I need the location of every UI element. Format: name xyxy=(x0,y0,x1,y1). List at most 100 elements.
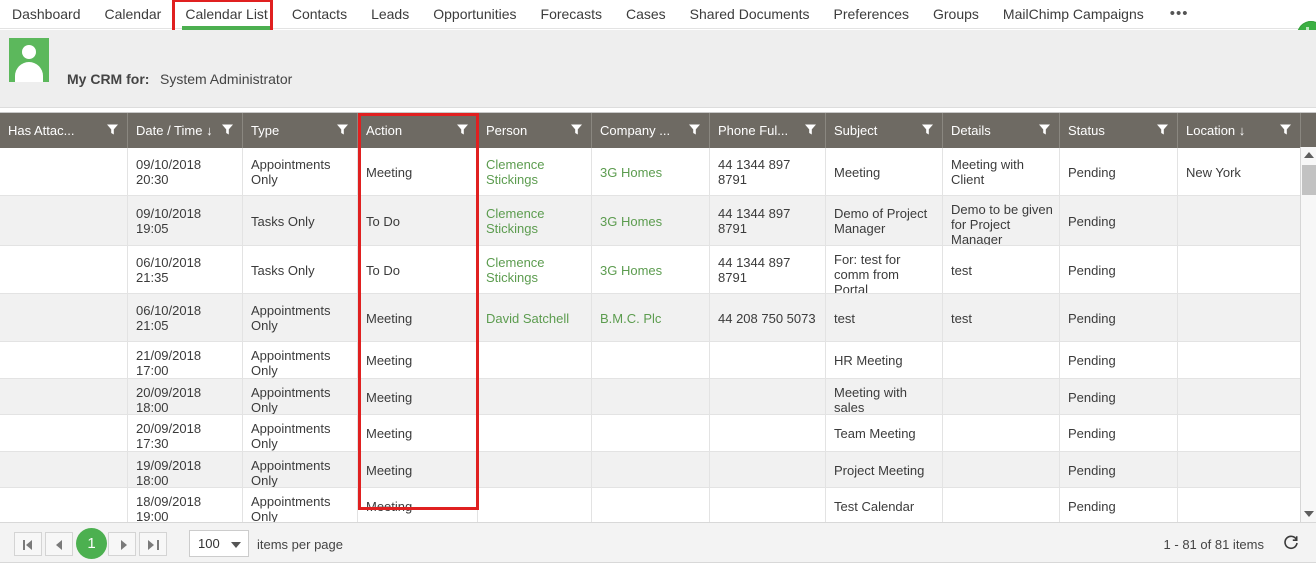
cell-company[interactable]: 3G Homes xyxy=(592,246,710,294)
filter-icon[interactable] xyxy=(336,123,349,136)
cell-subject: Team Meeting xyxy=(826,415,943,452)
cell-link[interactable]: 3G Homes xyxy=(600,214,703,229)
nav-item-mailchimp-campaigns[interactable]: MailChimp Campaigns xyxy=(991,0,1156,28)
cell-person[interactable] xyxy=(478,342,592,379)
cell-company[interactable]: 3G Homes xyxy=(592,148,710,196)
cell-person[interactable] xyxy=(478,379,592,415)
cell-person[interactable]: Clemence Stickings xyxy=(478,196,592,246)
scroll-up-arrow-icon[interactable] xyxy=(1301,147,1316,163)
cell-text: test xyxy=(951,263,972,278)
nav-item-preferences[interactable]: Preferences xyxy=(822,0,921,28)
cell-link[interactable]: Clemence Stickings xyxy=(486,255,585,285)
filter-icon[interactable] xyxy=(1279,123,1292,136)
cell-link[interactable]: Clemence Stickings xyxy=(486,157,585,187)
column-header-person[interactable]: Person xyxy=(478,113,592,148)
cell-company[interactable] xyxy=(592,379,710,415)
nav-item-forecasts[interactable]: Forecasts xyxy=(529,0,614,28)
cell-company[interactable]: 3G Homes xyxy=(592,196,710,246)
cell-company[interactable] xyxy=(592,488,710,522)
column-header-status[interactable]: Status xyxy=(1060,113,1178,148)
table-row[interactable]: 20/09/2018 18:00 Appointments Only Meeting… xyxy=(0,379,1301,415)
table-row[interactable]: 19/09/2018 18:00 Appointments Only Meeting… xyxy=(0,452,1301,488)
cell-text: Pending xyxy=(1068,463,1116,478)
column-header-action[interactable]: Action xyxy=(358,113,478,148)
cell-text: For: test for comm from Portal Appointme… xyxy=(834,252,901,294)
column-header-label: Date / Time ↓ xyxy=(136,123,213,138)
cell-link[interactable]: David Satchell xyxy=(486,311,585,326)
filter-icon[interactable] xyxy=(570,123,583,136)
crm-header-band: My CRM for: System Administrator xyxy=(0,30,1316,108)
cell-link[interactable]: Clemence Stickings xyxy=(486,206,585,236)
cell-phone xyxy=(710,452,826,488)
cell-company[interactable] xyxy=(592,452,710,488)
cell-text: test xyxy=(951,311,972,326)
nav-item-contacts[interactable]: Contacts xyxy=(280,0,359,28)
cell-text: Meeting xyxy=(366,390,413,405)
cell-company[interactable] xyxy=(592,342,710,379)
table-row[interactable]: 21/09/2018 17:00 Appointments Only Meeting… xyxy=(0,342,1301,379)
nav-item-label: Preferences xyxy=(833,6,909,22)
refresh-icon[interactable] xyxy=(1282,534,1300,552)
nav-item-opportunities[interactable]: Opportunities xyxy=(421,0,528,28)
cell-link[interactable]: B.M.C. Plc xyxy=(600,311,703,326)
nav-item-calendar[interactable]: Calendar xyxy=(93,0,174,28)
nav-item-cases[interactable]: Cases xyxy=(614,0,678,28)
filter-icon[interactable] xyxy=(106,123,119,136)
column-header-location[interactable]: Location ↓ xyxy=(1178,113,1301,148)
column-header-type[interactable]: Type xyxy=(243,113,358,148)
cell-person[interactable]: Clemence Stickings xyxy=(478,148,592,196)
cell-text: Meeting with Client xyxy=(951,157,1024,187)
cell-person[interactable]: Clemence Stickings xyxy=(478,246,592,294)
filter-icon[interactable] xyxy=(804,123,817,136)
nav-item-groups[interactable]: Groups xyxy=(921,0,991,28)
previous-page-button[interactable] xyxy=(45,532,73,556)
cell-link[interactable]: 3G Homes xyxy=(600,263,703,278)
table-row[interactable]: 18/09/2018 19:00 Appointments Only Meeting… xyxy=(0,488,1301,522)
cell-status: Pending xyxy=(1060,342,1178,379)
nav-item-label: Cases xyxy=(625,6,666,22)
nav-item-calendar-list[interactable]: Calendar List xyxy=(173,0,280,30)
column-header-company[interactable]: Company ... xyxy=(592,113,710,148)
table-row[interactable]: 09/10/2018 20:30 Appointments Only Meeting… xyxy=(0,148,1301,196)
cell-company[interactable] xyxy=(592,415,710,452)
cell-person[interactable] xyxy=(478,488,592,522)
page-size-select[interactable]: 100 xyxy=(189,530,249,557)
cell-status: Pending xyxy=(1060,379,1178,415)
table-row[interactable]: 06/10/2018 21:35 Tasks Only To Do Clemence … xyxy=(0,246,1301,294)
cell-person[interactable] xyxy=(478,415,592,452)
cell-company[interactable]: B.M.C. Plc xyxy=(592,294,710,342)
cell-person[interactable] xyxy=(478,452,592,488)
cell-status: Pending xyxy=(1060,452,1178,488)
scrollbar-thumb[interactable] xyxy=(1302,165,1316,195)
column-header-has-attac[interactable]: Has Attac... xyxy=(0,113,128,148)
filter-icon[interactable] xyxy=(688,123,701,136)
column-header-phone-ful[interactable]: Phone Ful... xyxy=(710,113,826,148)
last-page-button[interactable] xyxy=(139,532,167,556)
table-row[interactable]: 06/10/2018 21:05 Appointments Only Meeting… xyxy=(0,294,1301,342)
first-page-button[interactable] xyxy=(14,532,42,556)
column-header-date-time[interactable]: Date / Time ↓ xyxy=(128,113,243,148)
nav-item-label: Opportunities xyxy=(433,6,517,22)
column-header-details[interactable]: Details xyxy=(943,113,1060,148)
cell-person[interactable]: David Satchell xyxy=(478,294,592,342)
cell-link[interactable]: 3G Homes xyxy=(600,165,703,180)
current-page-number[interactable]: 1 xyxy=(76,528,107,559)
cell-details xyxy=(943,488,1060,522)
cell-text: Meeting with sales management team xyxy=(834,385,907,415)
scroll-down-arrow-icon[interactable] xyxy=(1301,506,1316,522)
nav-item-leads[interactable]: Leads xyxy=(359,0,421,28)
cell-text: 44 1344 897 8791 xyxy=(718,255,791,285)
filter-icon[interactable] xyxy=(1156,123,1169,136)
nav-overflow-icon[interactable]: ••• xyxy=(1156,0,1203,28)
table-row[interactable]: 20/09/2018 17:30 Appointments Only Meeting… xyxy=(0,415,1301,452)
next-page-button[interactable] xyxy=(108,532,136,556)
column-header-subject[interactable]: Subject xyxy=(826,113,943,148)
filter-icon[interactable] xyxy=(1038,123,1051,136)
filter-icon[interactable] xyxy=(921,123,934,136)
filter-icon[interactable] xyxy=(456,123,469,136)
grid-vertical-scrollbar[interactable] xyxy=(1300,147,1316,522)
nav-item-shared-documents[interactable]: Shared Documents xyxy=(678,0,822,28)
nav-item-dashboard[interactable]: Dashboard xyxy=(0,0,93,28)
filter-icon[interactable] xyxy=(221,123,234,136)
table-row[interactable]: 09/10/2018 19:05 Tasks Only To Do Clemence … xyxy=(0,196,1301,246)
